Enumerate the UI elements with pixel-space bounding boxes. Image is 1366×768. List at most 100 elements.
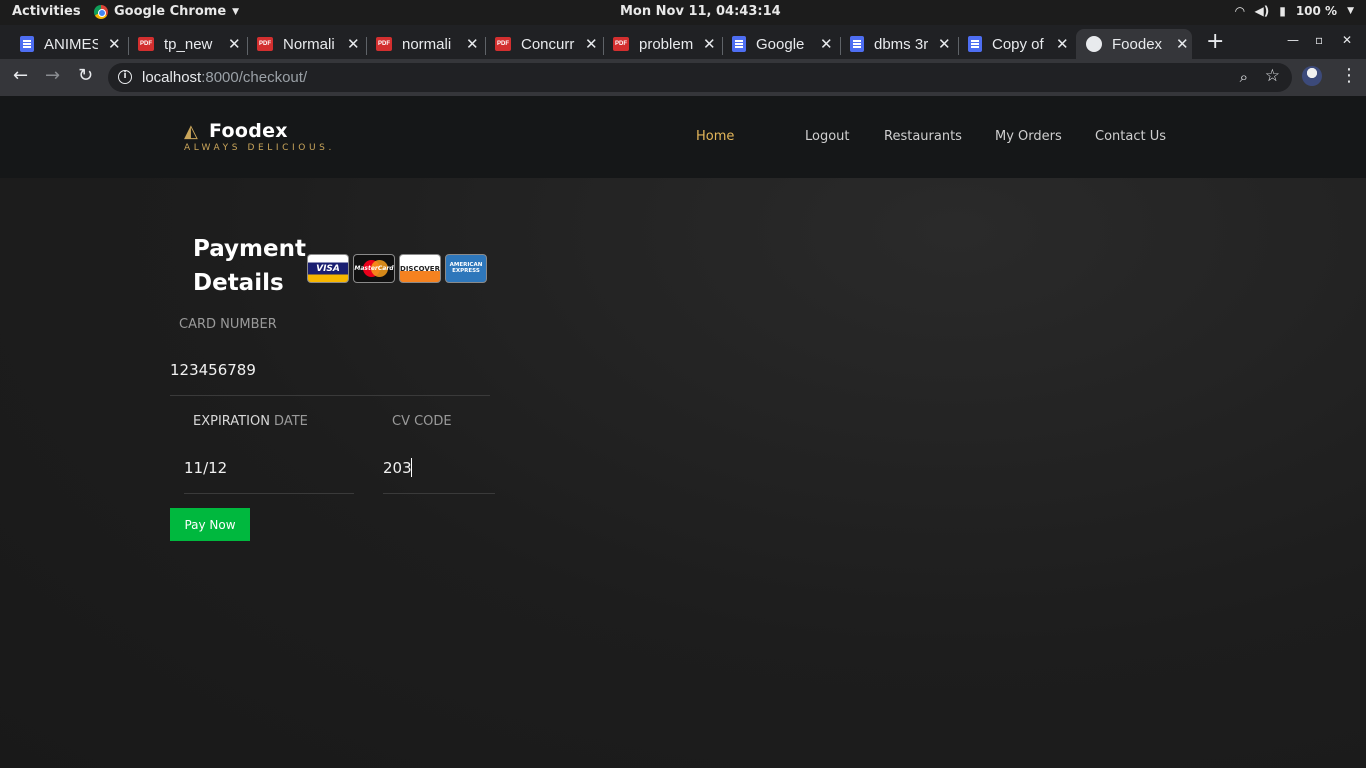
page-title-line: Payment [193,236,306,262]
battery-icon: ▮ [1279,4,1286,18]
brand-tagline: ALWAYS DELICIOUS. [184,143,335,153]
chevron-down-icon: ▼ [1347,6,1354,16]
pdf-icon: PDF [376,37,392,51]
nav-home[interactable]: Home [696,129,734,144]
info-icon[interactable]: i [118,70,132,84]
back-arrow-icon[interactable]: ← [13,65,28,86]
tab[interactable]: ANIMES ✕ [20,29,121,59]
amex-card-icon: AMERICAN EXPRESS [445,254,487,283]
tab-label: tp_new [164,35,213,53]
divider [383,493,495,494]
volume-icon: ◀) [1254,4,1270,18]
divider [170,395,490,396]
tab[interactable]: PDF normali ✕ [376,29,479,59]
tab-label: Copy of [992,35,1044,53]
mastercard-card-icon: MasterCard [353,254,395,283]
close-icon[interactable]: ✕ [1056,35,1069,53]
accepted-cards: VISA MasterCard DISCOVER AMERICAN EXPRES… [307,254,487,283]
nav-my-orders[interactable]: My Orders [995,129,1062,144]
nav-logout[interactable]: Logout [805,129,850,144]
chrome-icon [94,4,108,19]
text-cursor [411,458,412,477]
close-icon[interactable]: ✕ [466,35,479,53]
close-icon[interactable]: ✕ [703,35,716,53]
app-menu[interactable]: Google Chrome ▼ [94,4,239,19]
cv-code-input[interactable] [383,456,495,480]
tab-strip: ANIMES ✕ PDF tp_new ✕ PDF Normali ✕ PDF … [0,25,1366,59]
chevron-down-icon: ▼ [232,6,240,17]
tab[interactable]: PDF Normali ✕ [257,29,360,59]
url-text[interactable]: localhost:8000/checkout/ [142,69,307,86]
tab-label: problem [639,35,693,53]
close-icon[interactable]: ✕ [820,35,833,53]
close-icon[interactable]: ✕ [1176,35,1189,53]
close-icon[interactable]: ✕ [228,35,241,53]
tab[interactable]: Copy of ✕ [968,29,1069,59]
page-title-line: Details [193,270,284,296]
expiration-date-label: EXPIRATION DATE [193,414,308,429]
clock[interactable]: Mon Nov 11, 04:43:14 [620,4,781,19]
close-window-icon[interactable]: ✕ [1342,33,1352,47]
star-icon[interactable]: ☆ [1265,66,1280,86]
doc-icon [20,36,34,52]
more-menu-icon[interactable]: ⋮ [1340,65,1358,86]
tab-label: ANIMES [44,35,98,53]
tab-label: Google [756,35,805,53]
brand-name: Foodex [209,120,288,142]
reload-icon[interactable]: ↻ [78,65,93,86]
globe-icon [1086,36,1102,52]
nav-contact-us[interactable]: Contact Us [1095,129,1166,144]
tab-divider [603,37,604,55]
status-area[interactable]: ◠ ◀) ▮ 100 % ▼ [1235,4,1354,18]
pay-now-button[interactable]: Pay Now [170,508,250,541]
tab-divider [128,37,129,55]
tab[interactable]: PDF problem ✕ [613,29,716,59]
url-host: localhost [142,69,202,86]
tab-active[interactable]: Foodex ✕ [1076,29,1192,59]
pdf-icon: PDF [257,37,273,51]
zoom-icon[interactable]: ⌕ [1240,68,1248,86]
pdf-icon: PDF [495,37,511,51]
new-tab-button[interactable]: + [1206,29,1224,54]
doc-icon [968,36,982,52]
battery-level: 100 % [1295,4,1338,18]
wifi-icon: ◠ [1235,4,1245,18]
mastercard-logo-text: MasterCard [354,265,394,272]
system-top-bar: Activities Google Chrome ▼ Mon Nov 11, 0… [0,0,1366,25]
close-icon[interactable]: ✕ [938,35,951,53]
expiration-date-input[interactable] [184,456,354,480]
tab-divider [958,37,959,55]
doc-icon [732,36,746,52]
tab-label: Normali [283,35,335,53]
card-number-input[interactable] [170,358,490,382]
activities-button[interactable]: Activities [12,4,81,19]
expiration-label-part: EXPIRATION [193,414,270,429]
maximize-icon[interactable]: ▫ [1315,33,1323,47]
tab[interactable]: dbms 3r ✕ [850,29,951,59]
tab-label: normali [402,35,452,53]
site-header: ◭ Foodex ALWAYS DELICIOUS. Home Logout R… [0,96,1366,178]
close-icon[interactable]: ✕ [347,35,360,53]
close-icon[interactable]: ✕ [108,35,121,53]
tab[interactable]: PDF tp_new ✕ [138,29,241,59]
pdf-icon: PDF [613,37,629,51]
forward-arrow-icon[interactable]: → [45,65,60,86]
doc-icon [850,36,864,52]
tab-divider [247,37,248,55]
discover-card-icon: DISCOVER [399,254,441,283]
pdf-icon: PDF [138,37,154,51]
close-icon[interactable]: ✕ [585,35,598,53]
avatar[interactable] [1302,66,1322,86]
cv-code-label: CV CODE [392,414,452,429]
address-bar[interactable]: i localhost:8000/checkout/ ⌕ ☆ [108,63,1292,92]
tab[interactable]: PDF Concurr ✕ [495,29,598,59]
tab-divider [366,37,367,55]
minimize-icon[interactable]: — [1287,33,1299,47]
pizza-slice-icon: ◭ [184,121,198,142]
browser-toolbar: ← → ↻ i localhost:8000/checkout/ ⌕ ☆ [0,59,1366,96]
nav-restaurants[interactable]: Restaurants [884,129,962,144]
tab[interactable]: Google ✕ [732,29,833,59]
page-title: Payment Details [193,232,306,300]
url-path: :8000/checkout/ [201,69,308,86]
divider [184,493,354,494]
